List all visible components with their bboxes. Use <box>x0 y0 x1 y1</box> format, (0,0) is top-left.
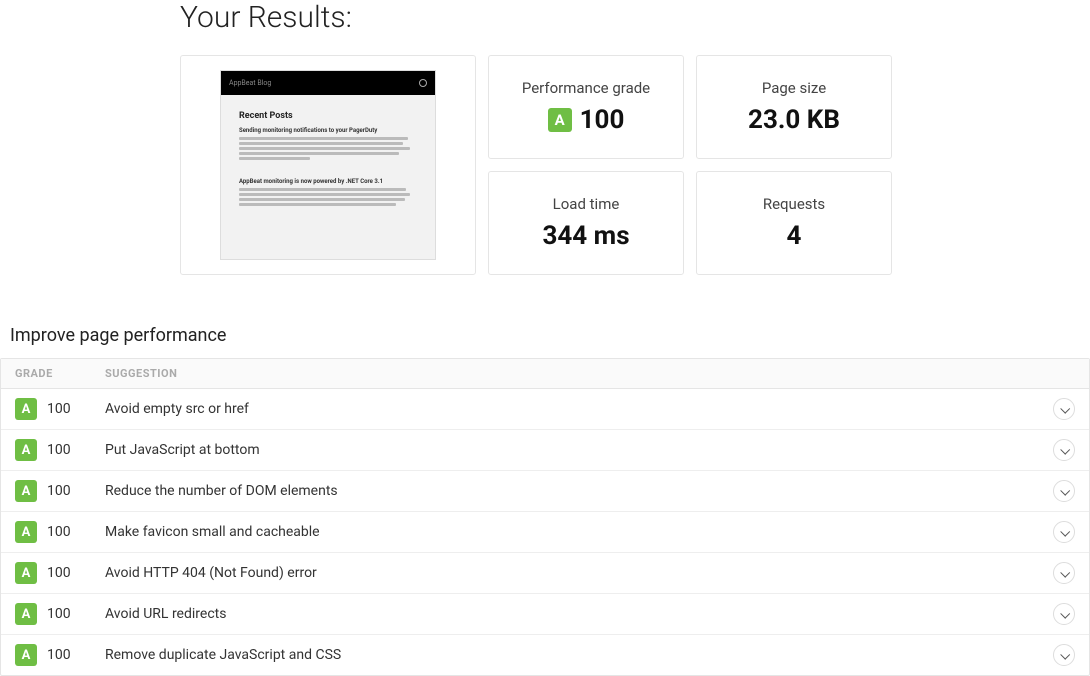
expand-button[interactable] <box>1053 644 1075 666</box>
chevron-down-icon <box>1060 403 1070 413</box>
row-suggestion: Reduce the number of DOM elements <box>105 483 1053 499</box>
metric-performance-grade: Performance grade A 100 <box>488 55 684 159</box>
row-suggestion: Make favicon small and cacheable <box>105 524 1053 540</box>
metric-label: Page size <box>762 79 826 97</box>
expand-button[interactable] <box>1053 603 1075 625</box>
metric-page-size: Page size 23.0 KB <box>696 55 892 159</box>
row-suggestion: Put JavaScript at bottom <box>105 442 1053 458</box>
metric-value: 344 ms <box>542 221 629 251</box>
grade-badge: A <box>548 108 572 132</box>
metric-value: 100 <box>580 105 625 135</box>
grade-badge: A <box>15 439 37 461</box>
column-header-grade: GRADE <box>15 367 105 380</box>
row-score: 100 <box>47 565 71 581</box>
grade-badge: A <box>15 644 37 666</box>
table-row[interactable]: A 100 Avoid URL redirects <box>1 594 1089 635</box>
grade-badge: A <box>15 562 37 584</box>
grade-badge: A <box>15 480 37 502</box>
table-row[interactable]: A 100 Avoid empty src or href <box>1 389 1089 430</box>
page-preview-card: AppBeat Blog Recent Posts Sending monito… <box>180 55 476 275</box>
expand-button[interactable] <box>1053 398 1075 420</box>
row-score: 100 <box>47 647 71 663</box>
expand-button[interactable] <box>1053 562 1075 584</box>
chevron-down-icon <box>1060 649 1070 659</box>
metric-label: Requests <box>763 195 825 213</box>
table-row[interactable]: A 100 Put JavaScript at bottom <box>1 430 1089 471</box>
table-header: GRADE SUGGESTION <box>1 359 1089 389</box>
row-suggestion: Avoid HTTP 404 (Not Found) error <box>105 565 1053 581</box>
preview-post-title: Sending monitoring notifications to your… <box>239 127 417 134</box>
metric-label: Performance grade <box>522 79 650 97</box>
column-header-suggestion: SUGGESTION <box>105 367 1075 380</box>
metric-label: Load time <box>553 195 620 213</box>
page-preview-thumbnail: AppBeat Blog Recent Posts Sending monito… <box>220 70 436 260</box>
expand-button[interactable] <box>1053 439 1075 461</box>
metric-value: 23.0 KB <box>748 105 840 135</box>
grade-badge: A <box>15 398 37 420</box>
metric-requests: Requests 4 <box>696 171 892 275</box>
suggestions-table: GRADE SUGGESTION A 100 Avoid empty src or … <box>0 358 1090 676</box>
row-score: 100 <box>47 442 71 458</box>
metric-value: 4 <box>787 221 802 251</box>
expand-button[interactable] <box>1053 521 1075 543</box>
preview-site-title: AppBeat Blog <box>229 79 271 87</box>
metric-load-time: Load time 344 ms <box>488 171 684 275</box>
row-score: 100 <box>47 483 71 499</box>
preview-post-title: AppBeat monitoring is now powered by .NE… <box>239 178 417 185</box>
chevron-down-icon <box>1060 608 1070 618</box>
row-suggestion: Remove duplicate JavaScript and CSS <box>105 647 1053 663</box>
summary-section: AppBeat Blog Recent Posts Sending monito… <box>180 55 1090 275</box>
row-suggestion: Avoid empty src or href <box>105 401 1053 417</box>
gear-icon <box>419 79 427 87</box>
table-row[interactable]: A 100 Reduce the number of DOM elements <box>1 471 1089 512</box>
grade-badge: A <box>15 603 37 625</box>
row-score: 100 <box>47 401 71 417</box>
row-score: 100 <box>47 524 71 540</box>
metrics-grid: Performance grade A 100 Page size 23.0 K… <box>488 55 892 275</box>
preview-heading: Recent Posts <box>239 111 417 121</box>
page-title: Your Results: <box>180 0 1090 35</box>
row-score: 100 <box>47 606 71 622</box>
chevron-down-icon <box>1060 526 1070 536</box>
row-suggestion: Avoid URL redirects <box>105 606 1053 622</box>
expand-button[interactable] <box>1053 480 1075 502</box>
chevron-down-icon <box>1060 567 1070 577</box>
grade-badge: A <box>15 521 37 543</box>
table-row[interactable]: A 100 Make favicon small and cacheable <box>1 512 1089 553</box>
improve-section-title: Improve page performance <box>10 325 1090 346</box>
chevron-down-icon <box>1060 485 1070 495</box>
table-row[interactable]: A 100 Remove duplicate JavaScript and CSS <box>1 635 1089 675</box>
table-row[interactable]: A 100 Avoid HTTP 404 (Not Found) error <box>1 553 1089 594</box>
chevron-down-icon <box>1060 444 1070 454</box>
